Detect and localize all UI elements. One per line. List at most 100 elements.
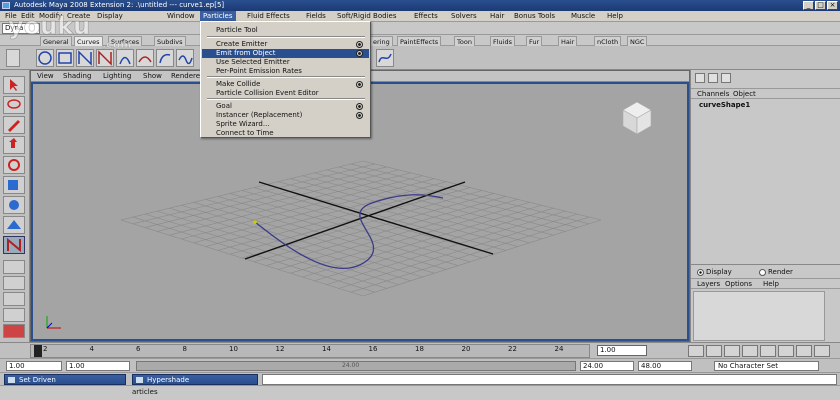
- menu-muscle[interactable]: Muscle: [568, 11, 598, 22]
- playback-start-field[interactable]: 1.00: [66, 361, 130, 371]
- step-back-frame-icon[interactable]: [724, 345, 740, 357]
- go-to-end-icon[interactable]: [814, 345, 830, 357]
- shelf-tab-fluids[interactable]: Fluids: [490, 36, 515, 46]
- render-icon[interactable]: [3, 324, 25, 338]
- menu-display[interactable]: Display: [94, 11, 126, 22]
- menu-item-per-point-emission-rates[interactable]: Per-Point Emission Rates: [202, 67, 369, 76]
- shelf-tab-toon[interactable]: Toon: [454, 36, 475, 46]
- single-pane-layout-icon[interactable]: [3, 260, 25, 274]
- viewport-menu-shading[interactable]: Shading: [63, 71, 91, 82]
- display-layer-radio[interactable]: Display: [697, 268, 732, 276]
- menu-item-particle-tool[interactable]: Particle Tool: [202, 26, 369, 35]
- option-box-icon[interactable]: [356, 81, 363, 88]
- viewport-menu-show[interactable]: Show: [143, 71, 162, 82]
- option-box-icon[interactable]: [356, 112, 363, 119]
- menu-set-select[interactable]: Dyna: [2, 23, 40, 34]
- channel-box-toggle-icon[interactable]: [695, 73, 705, 83]
- curve-attach-icon[interactable]: [176, 49, 194, 67]
- menu-help[interactable]: Help: [604, 11, 626, 22]
- layers-menu[interactable]: Layers: [697, 279, 720, 290]
- shelf-tab-curves[interactable]: Curves: [74, 36, 103, 46]
- scale-tool-icon[interactable]: [3, 176, 25, 194]
- layer-list[interactable]: [693, 291, 825, 341]
- menu-item-particle-collision-event-editor[interactable]: Particle Collision Event Editor: [202, 89, 369, 98]
- menu-item-make-collide[interactable]: Make Collide: [202, 80, 369, 89]
- menu-item-emit-from-object[interactable]: Emit from Object: [202, 49, 369, 58]
- step-forward-frame-icon[interactable]: [778, 345, 794, 357]
- help-menu[interactable]: Help: [763, 279, 779, 290]
- step-forward-key-icon[interactable]: [796, 345, 812, 357]
- menu-item-goal[interactable]: Goal: [202, 102, 369, 111]
- taskbar-set-driven[interactable]: Set Driven: [4, 374, 126, 385]
- menu-item-create-emitter[interactable]: Create Emitter: [202, 40, 369, 49]
- menu-item-connect-to-time[interactable]: Connect to Time: [202, 129, 369, 138]
- graph-layout-icon[interactable]: [3, 308, 25, 322]
- shelf-tab-hair[interactable]: Hair: [558, 36, 578, 46]
- menu-solvers[interactable]: Solvers: [448, 11, 480, 22]
- curve-rebuild-icon[interactable]: [376, 49, 394, 67]
- option-box-icon[interactable]: [356, 103, 363, 110]
- shelf-tab-fur[interactable]: Fur: [526, 36, 543, 46]
- end-time-field[interactable]: 48.00: [638, 361, 692, 371]
- playback-range-bar[interactable]: 24.00: [136, 361, 576, 371]
- mel-command-input[interactable]: [262, 374, 837, 385]
- option-box-icon[interactable]: [356, 41, 363, 48]
- menu-bonus-tools[interactable]: Bonus Tools: [511, 11, 558, 22]
- object-menu[interactable]: Object: [733, 89, 756, 100]
- menu-item-sprite-wizard[interactable]: Sprite Wizard...: [202, 120, 369, 129]
- view-cube[interactable]: [622, 101, 652, 135]
- current-frame-marker[interactable]: [34, 345, 42, 357]
- option-box-icon[interactable]: [356, 50, 363, 57]
- go-to-start-icon[interactable]: [688, 345, 704, 357]
- curve-start-point[interactable]: [253, 220, 257, 224]
- menu-item-instancer-replacement[interactable]: Instancer (Replacement): [202, 111, 369, 120]
- playback-end-field[interactable]: 24.00: [580, 361, 634, 371]
- arc-two-point-icon[interactable]: [156, 49, 174, 67]
- shelf-tab-ngc[interactable]: NGC: [627, 36, 648, 46]
- menu-edit[interactable]: Edit: [18, 11, 38, 22]
- maximize-button[interactable]: □: [815, 1, 826, 10]
- channels-menu[interactable]: Channels: [697, 89, 729, 100]
- shelf-tab-surfaces[interactable]: Surfaces: [108, 36, 143, 46]
- move-tool-icon[interactable]: [3, 136, 25, 154]
- lasso-tool-icon[interactable]: [3, 96, 25, 114]
- persp-outliner-layout-icon[interactable]: [3, 292, 25, 306]
- universal-manipulator-icon[interactable]: [3, 196, 25, 214]
- tool-settings-toggle-icon[interactable]: [721, 73, 731, 83]
- render-layer-radio[interactable]: Render: [759, 268, 793, 276]
- paint-select-tool-icon[interactable]: [3, 116, 25, 134]
- shelf-tab-painteffects[interactable]: PaintEffects: [397, 36, 442, 46]
- close-button[interactable]: ×: [827, 1, 838, 10]
- current-frame-field[interactable]: 1.00: [597, 345, 647, 356]
- viewport-menu-view[interactable]: View: [37, 71, 54, 82]
- menu-effects[interactable]: Effects: [411, 11, 441, 22]
- rotate-tool-icon[interactable]: [3, 156, 25, 174]
- options-menu[interactable]: Options: [725, 279, 752, 290]
- shelf-tab-ncloth[interactable]: nCloth: [594, 36, 622, 46]
- pencil-curve-icon[interactable]: [116, 49, 134, 67]
- ep-curve-icon[interactable]: [96, 49, 114, 67]
- taskbar-hypershade[interactable]: Hypershade: [132, 374, 258, 385]
- attribute-editor-toggle-icon[interactable]: [708, 73, 718, 83]
- arc-curve-icon[interactable]: [136, 49, 154, 67]
- ep-curve-tool-icon[interactable]: [3, 236, 25, 254]
- viewport-menu-lighting[interactable]: Lighting: [103, 71, 131, 82]
- four-pane-layout-icon[interactable]: [3, 276, 25, 290]
- square-curve-icon[interactable]: [56, 49, 74, 67]
- select-tool-icon[interactable]: [3, 76, 25, 94]
- cv-curve-icon[interactable]: [76, 49, 94, 67]
- shelf-tab-ering[interactable]: ering: [370, 36, 393, 46]
- play-backwards-icon[interactable]: [742, 345, 758, 357]
- start-time-field[interactable]: 1.00: [6, 361, 62, 371]
- play-forwards-icon[interactable]: [760, 345, 776, 357]
- selected-object-name[interactable]: curveShape1: [699, 101, 750, 109]
- menu-window[interactable]: Window: [164, 11, 198, 22]
- viewport-menu-renderer[interactable]: Renderer: [171, 71, 203, 82]
- circle-curve-icon[interactable]: [36, 49, 54, 67]
- menu-create[interactable]: Create: [64, 11, 93, 22]
- shelf-tab-general[interactable]: General: [40, 36, 72, 46]
- soft-modification-icon[interactable]: [3, 216, 25, 234]
- shelf-tab-subdivs[interactable]: Subdivs: [154, 36, 186, 46]
- step-back-key-icon[interactable]: [706, 345, 722, 357]
- menu-modify[interactable]: Modify: [36, 11, 65, 22]
